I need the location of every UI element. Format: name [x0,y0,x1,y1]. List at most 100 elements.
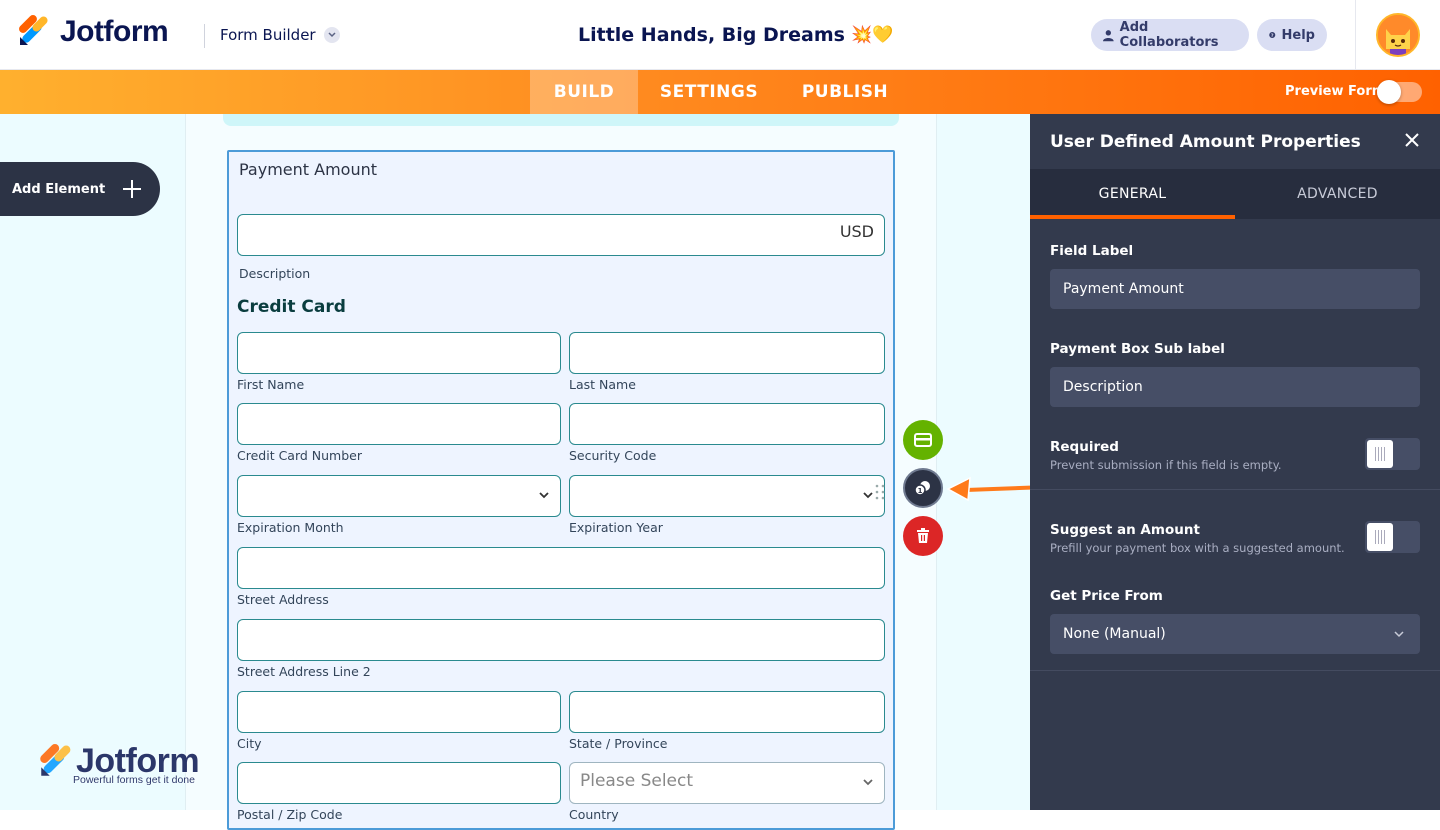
payment-settings-button[interactable] [903,420,943,460]
currency-label: USD [839,222,874,241]
field-properties-button[interactable]: 1 [903,468,943,508]
chevron-down-icon [323,27,340,43]
expiration-year-select[interactable] [569,475,885,517]
last-name-input[interactable] [569,332,885,374]
chevron-down-icon [539,492,549,499]
expiration-month-select[interactable] [237,475,561,517]
toggle-knob [1377,80,1401,104]
form-title[interactable]: Little Hands, Big Dreams 💥💛 [578,24,893,46]
tab-settings[interactable]: SETTINGS [648,70,770,114]
security-code-sublabel: Security Code [569,448,657,463]
field-label-title: Field Label [1050,243,1134,259]
expiration-month-sublabel: Expiration Month [237,520,344,535]
sublabel-title: Payment Box Sub label [1050,341,1225,357]
street-address-line2-input[interactable] [237,619,885,661]
card-number-sublabel: Credit Card Number [237,448,362,463]
form-title-emoji: 💥💛 [850,25,894,45]
drag-handle-icon[interactable] [875,484,885,500]
credit-card-icon [914,433,932,447]
expiration-year-sublabel: Expiration Year [569,520,663,535]
street-address-sublabel: Street Address [237,592,329,607]
help-label: Help [1281,27,1315,43]
price-from-select[interactable]: None (Manual) [1050,614,1420,654]
form-canvas: Add Element Payment Amount USD Descripti… [0,114,1030,830]
coins-icon: 1 [914,481,930,496]
required-toggle[interactable] [1365,438,1420,470]
header-divider [204,24,205,48]
jotform-watermark-logo-icon [40,743,71,776]
panel-title: User Defined Amount Properties [1050,132,1361,152]
panel-divider [1030,489,1440,490]
chevron-down-icon [1394,631,1404,638]
price-from-value: None (Manual) [1063,626,1166,642]
tab-general[interactable]: GENERAL [1030,169,1235,219]
price-from-title: Get Price From [1050,588,1163,604]
form-builder-menu[interactable]: Form Builder [220,26,340,44]
country-sublabel: Country [569,807,619,822]
add-element-label: Add Element [12,181,106,197]
country-select[interactable]: Please Select [569,762,885,804]
jotform-logo[interactable]: Jotform [18,15,169,49]
suggest-amount-description: Prefill your payment box with a suggeste… [1050,541,1345,555]
tab-advanced[interactable]: ADVANCED [1235,169,1440,219]
street-address-line2-sublabel: Street Address Line 2 [237,664,371,679]
help-icon: ? [1269,31,1276,39]
panel-tabs: GENERAL ADVANCED [1030,169,1440,219]
add-element-button[interactable]: Add Element [0,162,160,216]
plus-icon [123,180,141,198]
watermark-tagline: Powerful forms get it done [73,774,195,786]
street-address-input[interactable] [237,547,885,589]
suggest-amount-title: Suggest an Amount [1050,522,1200,538]
add-collaborators-label: Add Collaborators [1119,20,1219,50]
svg-text:?: ? [1271,33,1274,39]
sublabel-input[interactable]: Description [1050,367,1420,407]
toggle-knob [1367,523,1393,551]
help-button[interactable]: ? Help [1257,19,1327,51]
chevron-down-icon [863,492,873,499]
city-input[interactable] [237,691,561,733]
suggest-amount-toggle[interactable] [1365,521,1420,553]
required-title: Required [1050,439,1119,455]
postal-code-sublabel: Postal / Zip Code [237,807,343,822]
toggle-knob [1367,440,1393,468]
previous-field-edge [223,114,899,126]
brand-name: Jotform [60,15,169,48]
amount-input[interactable]: USD [237,214,885,256]
country-placeholder: Please Select [580,771,694,791]
payment-amount-label[interactable]: Payment Amount [239,160,377,179]
form-title-text: Little Hands, Big Dreams [578,24,845,46]
preview-form-label: Preview Form [1285,84,1386,99]
security-code-input[interactable] [569,403,885,445]
card-number-input[interactable] [237,403,561,445]
trash-icon [917,528,929,543]
payment-field[interactable]: Payment Amount USD Description Credit Ca… [227,150,895,830]
panel-divider [1030,670,1440,671]
svg-text:1: 1 [918,487,923,495]
close-icon[interactable] [1404,132,1420,148]
jotform-watermark: Jotform Powerful forms get it done [38,742,200,786]
description-sublabel[interactable]: Description [239,266,310,281]
state-sublabel: State / Province [569,736,668,751]
jotform-logo-icon [19,15,48,45]
state-input[interactable] [569,691,885,733]
app-name: Form Builder [220,26,316,44]
avatar-divider [1355,0,1356,70]
preview-form-toggle[interactable] [1377,80,1422,104]
first-name-input[interactable] [237,332,561,374]
builder-nav-bar: BUILD SETTINGS PUBLISH Preview Form [0,70,1440,114]
tab-build[interactable]: BUILD [530,70,638,114]
credit-card-heading: Credit Card [237,297,346,317]
last-name-sublabel: Last Name [569,377,636,392]
add-collaborators-button[interactable]: Add Collaborators [1091,19,1249,51]
postal-code-input[interactable] [237,762,561,804]
delete-field-button[interactable] [903,516,943,556]
tab-publish[interactable]: PUBLISH [790,70,900,114]
top-bar: Jotform Form Builder Little Hands, Big D… [0,0,1440,70]
user-icon [1103,29,1114,41]
field-label-input[interactable]: Payment Amount [1050,269,1420,309]
city-sublabel: City [237,736,262,751]
first-name-sublabel: First Name [237,377,305,392]
user-avatar[interactable] [1376,13,1420,57]
chevron-down-icon [863,779,873,786]
required-description: Prevent submission if this field is empt… [1050,458,1282,472]
